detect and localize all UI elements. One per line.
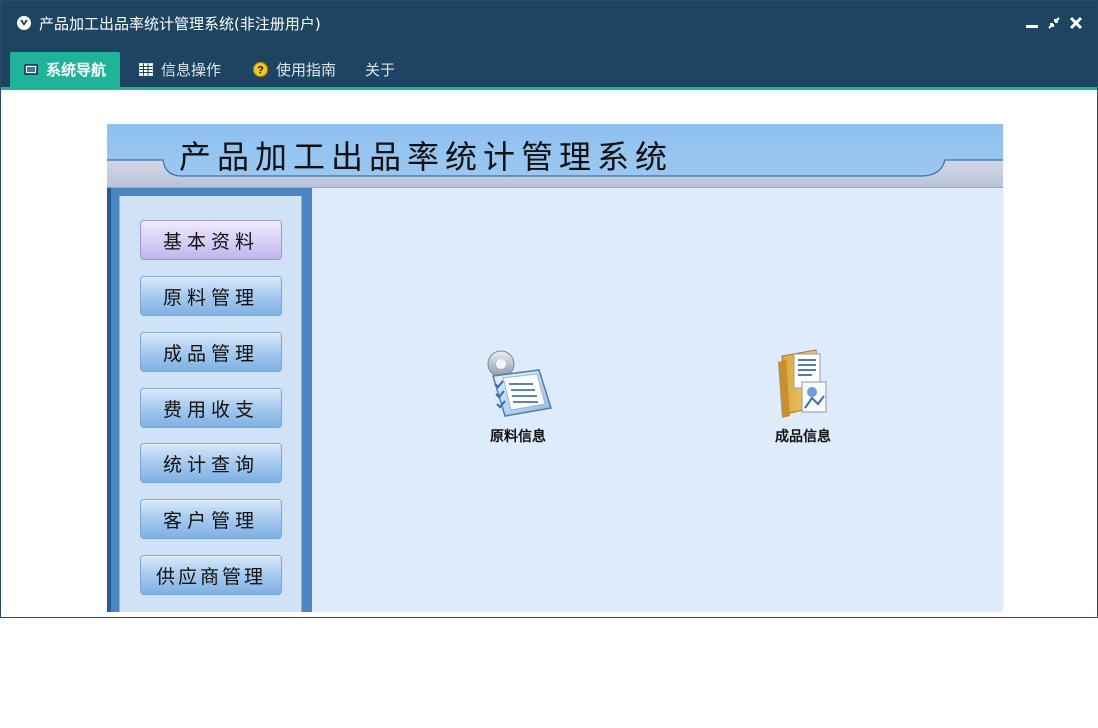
svg-text:?: ? bbox=[257, 65, 264, 77]
menu-item-system-nav[interactable]: 系统导航 bbox=[10, 52, 120, 87]
minimize-icon[interactable] bbox=[1025, 16, 1039, 30]
app-window: 产品加工出品率统计管理系统(非注册用户) 系统导航 信息操作 ? 使用指南 关于… bbox=[0, 0, 1098, 618]
content-area: 产品加工出品率统计管理系统 基本资料 原料管理 成品管理 费用收支 统计查询 客… bbox=[2, 91, 1096, 617]
sidebar-item-product-mgmt[interactable]: 成品管理 bbox=[140, 332, 282, 372]
grid-icon bbox=[139, 63, 153, 76]
tile-product-info[interactable]: 成品信息 bbox=[748, 348, 858, 446]
main-area: 原料信息 成品信息 bbox=[312, 188, 1003, 612]
tile-label: 成品信息 bbox=[775, 429, 831, 445]
sidebar-item-suppliers[interactable]: 供应商管理 bbox=[140, 555, 282, 595]
menu-item-label: 系统导航 bbox=[46, 61, 107, 79]
sidebar-item-basic-data[interactable]: 基本资料 bbox=[140, 220, 282, 260]
sidebar-item-expenses[interactable]: 费用收支 bbox=[140, 388, 282, 428]
banner-title: 产品加工出品率统计管理系统 bbox=[179, 138, 674, 176]
sidebar-item-material-mgmt[interactable]: 原料管理 bbox=[140, 276, 282, 316]
menu-item-label: 关于 bbox=[365, 61, 396, 79]
menu-item-label: 使用指南 bbox=[276, 61, 337, 79]
help-icon: ? bbox=[253, 62, 268, 77]
clipboard-gear-icon bbox=[487, 350, 552, 417]
window-controls bbox=[1025, 16, 1083, 30]
close-icon[interactable] bbox=[1069, 16, 1083, 30]
menu-bar: 系统导航 信息操作 ? 使用指南 关于 bbox=[1, 45, 1097, 90]
tile-material-info[interactable]: 原料信息 bbox=[463, 348, 573, 446]
window-title: 产品加工出品率统计管理系统(非注册用户) bbox=[39, 14, 321, 33]
monitor-icon bbox=[24, 63, 38, 76]
tile-label: 原料信息 bbox=[490, 429, 546, 445]
navigation-panel: 产品加工出品率统计管理系统 基本资料 原料管理 成品管理 费用收支 统计查询 客… bbox=[107, 124, 1003, 612]
menu-item-label: 信息操作 bbox=[161, 61, 222, 79]
sidebar-item-customers[interactable]: 客户管理 bbox=[140, 499, 282, 539]
menu-item-info-ops[interactable]: 信息操作 bbox=[139, 52, 221, 87]
sidebar: 基本资料 原料管理 成品管理 费用收支 统计查询 客户管理 供应商管理 bbox=[107, 188, 312, 612]
menu-item-about[interactable]: 关于 bbox=[365, 52, 395, 87]
app-logo-icon bbox=[17, 16, 31, 30]
sidebar-menu: 基本资料 原料管理 成品管理 费用收支 统计查询 客户管理 供应商管理 bbox=[119, 196, 302, 612]
menu-item-guide[interactable]: ? 使用指南 bbox=[253, 52, 336, 87]
title-bar[interactable]: 产品加工出品率统计管理系统(非注册用户) bbox=[1, 1, 1097, 45]
restore-icon[interactable] bbox=[1047, 16, 1061, 30]
sidebar-item-statistics[interactable]: 统计查询 bbox=[140, 443, 282, 483]
sidebar-edge bbox=[107, 188, 111, 612]
banner: 产品加工出品率统计管理系统 bbox=[107, 124, 1003, 188]
folder-document-icon bbox=[778, 349, 827, 418]
